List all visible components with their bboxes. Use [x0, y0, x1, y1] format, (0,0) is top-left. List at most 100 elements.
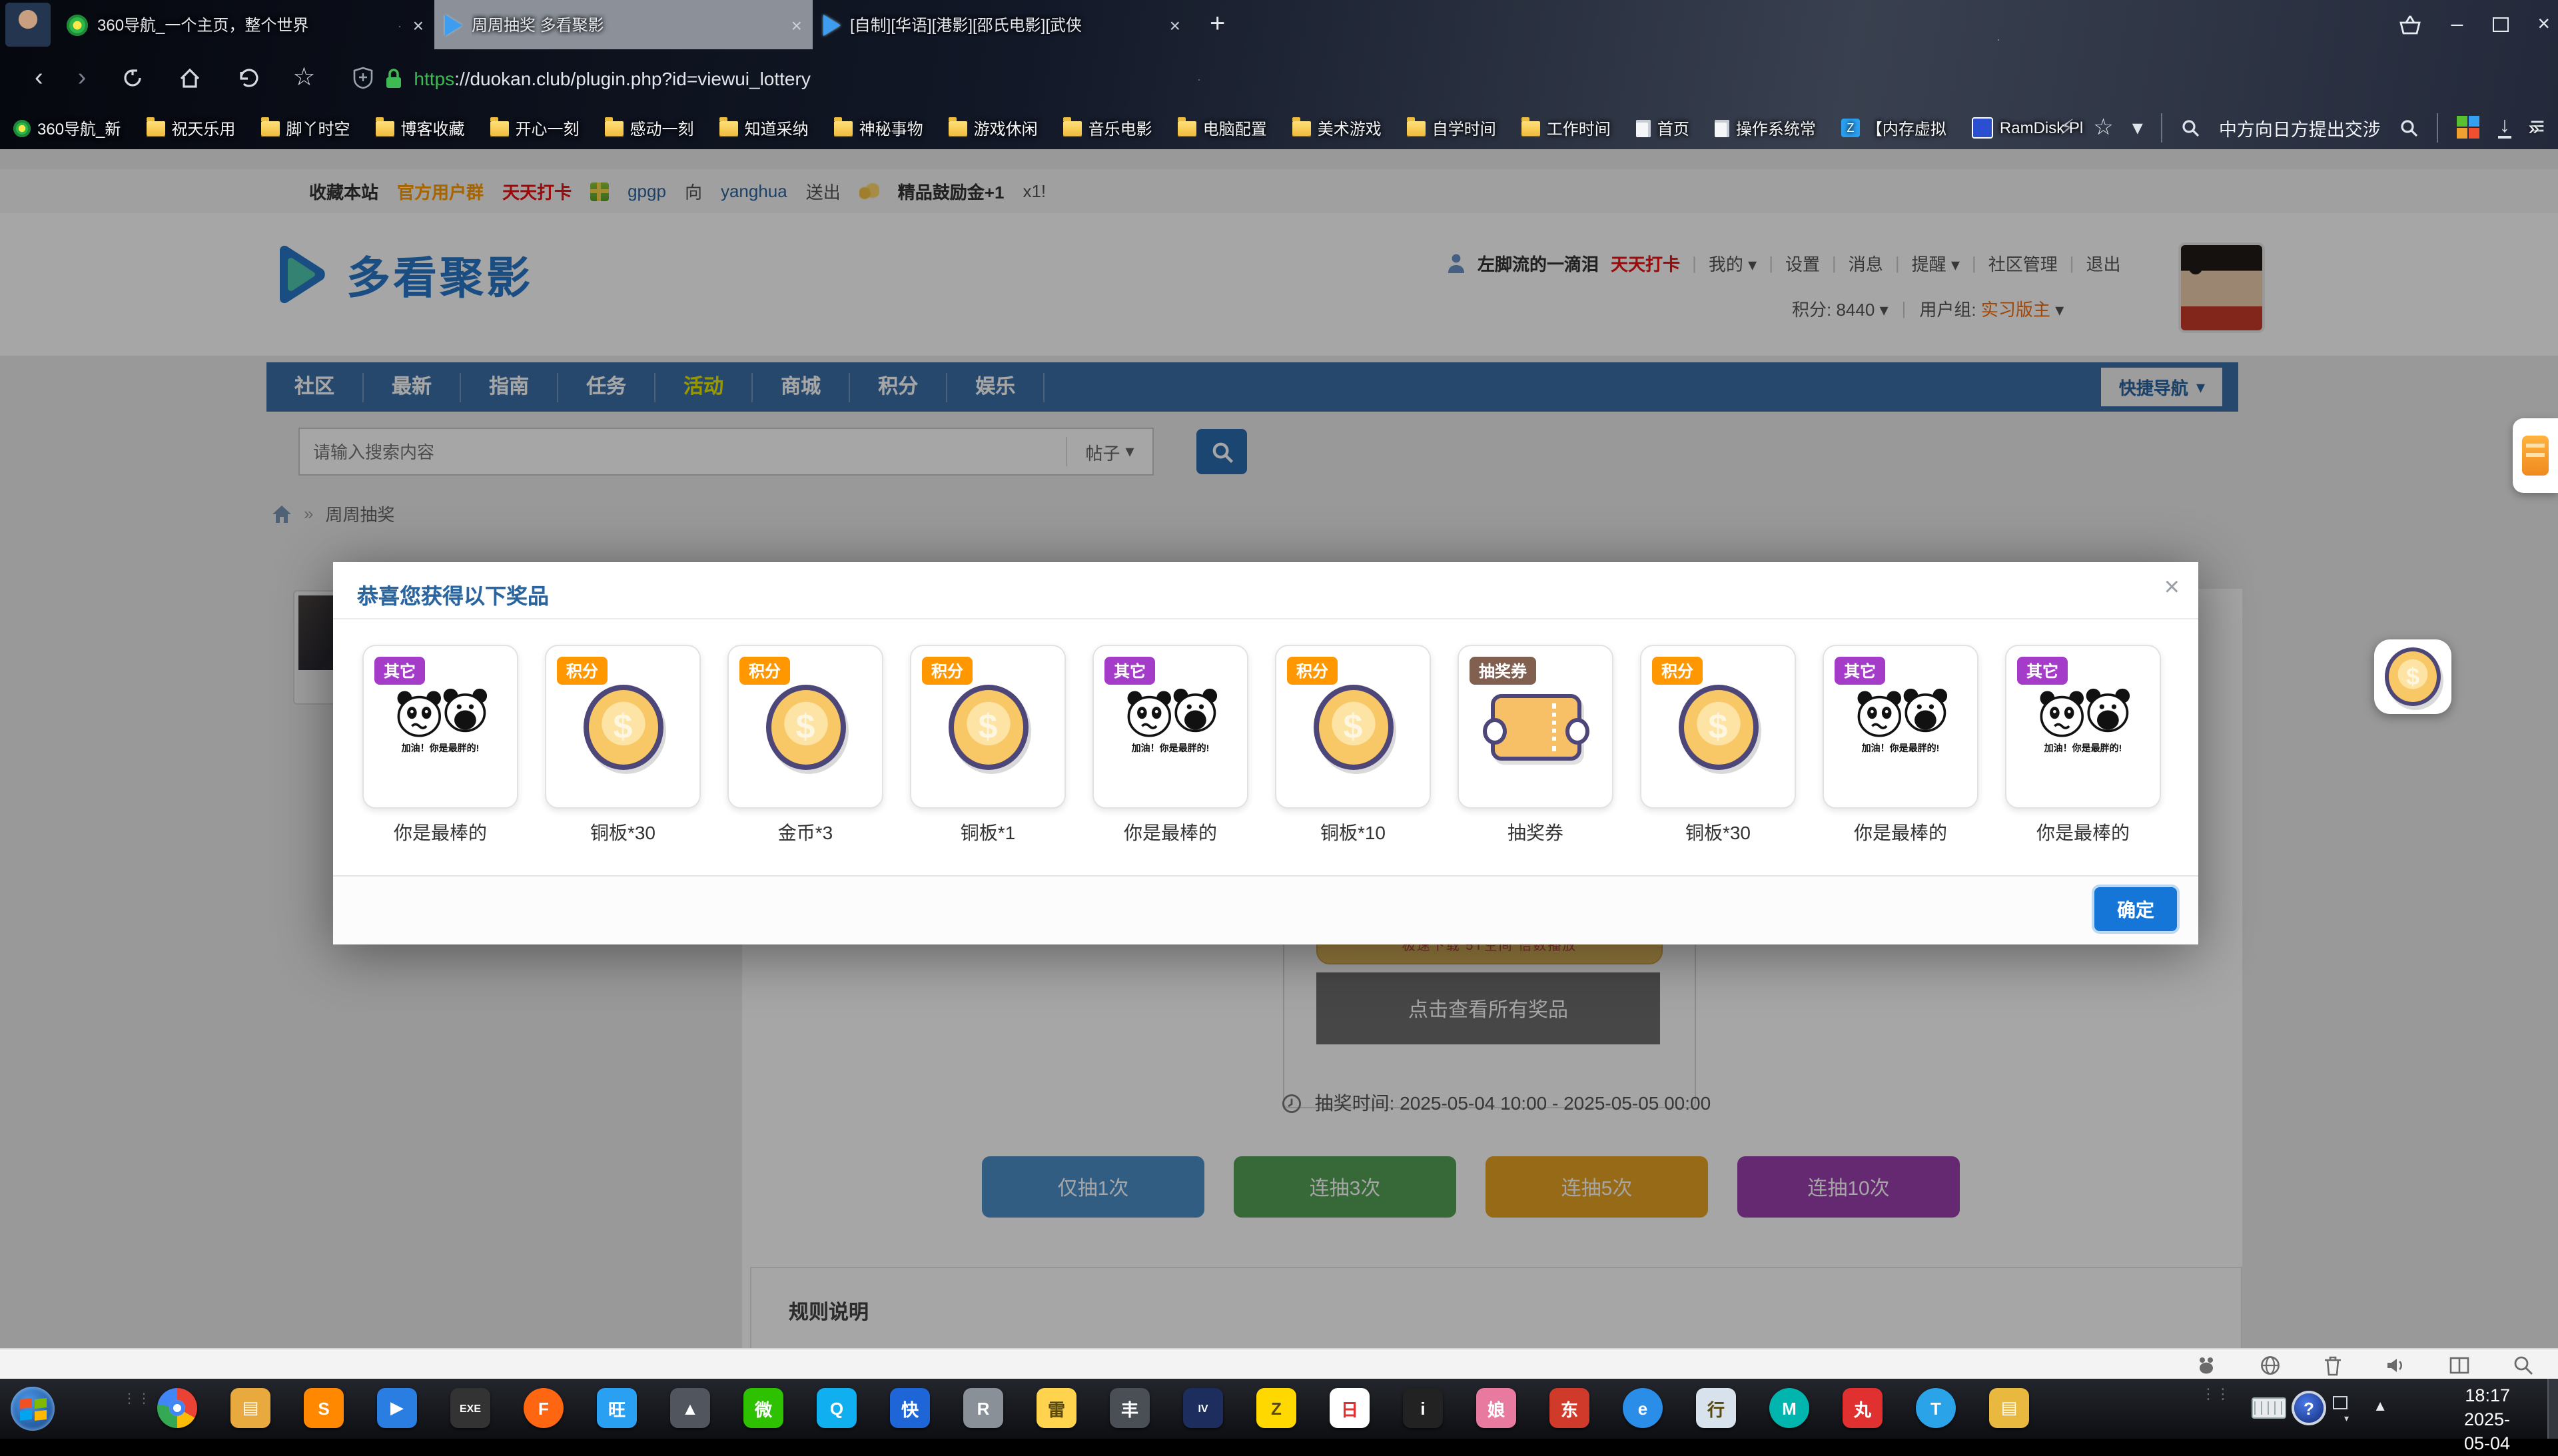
close-window-button[interactable]: × — [2537, 13, 2550, 37]
taskbar-wan-app[interactable]: 丸 — [1843, 1388, 1883, 1428]
taskbar-remote-app[interactable]: R — [963, 1388, 1003, 1428]
panda-meme-image: 加油！你是最胖的! — [1116, 687, 1225, 755]
taskbar-telegram[interactable]: T — [1916, 1388, 1956, 1428]
prize-card: 其它 加油！你是最胖的! 你是最棒的 — [1823, 645, 1978, 846]
prize-label: 铜板*30 — [590, 819, 655, 846]
prize-badge: 积分 — [557, 657, 608, 685]
tray-expand-icon[interactable]: ▲ — [2373, 1399, 2387, 1415]
taskbar-anime-app[interactable]: 娘 — [1476, 1388, 1516, 1428]
tab-lottery-active[interactable]: 周周抽奖 多看聚影 × — [434, 0, 813, 49]
minimize-button[interactable]: – — [2451, 13, 2463, 37]
folder-icon — [605, 121, 624, 135]
prize-card: 积分 $ 铜板*30 — [545, 645, 701, 846]
url-text[interactable]: https://duokan.club/plugin.php?id=viewui… — [414, 67, 810, 89]
prize-modal: 恭喜您获得以下奖品 × 其它 加油！你是最胖的! 你是最棒的 — [333, 562, 2198, 944]
taskbar-clock[interactable]: 18:17 2025-05-04 — [2464, 1384, 2510, 1456]
show-desktop-button[interactable] — [2547, 1379, 2558, 1439]
bookmark-folder[interactable]: 电脑配置 — [1178, 117, 1267, 139]
window-tray-icon[interactable] — [2333, 1396, 2347, 1409]
back-button[interactable]: ‹ — [35, 63, 43, 93]
reading-mode-icon[interactable] — [2449, 1354, 2470, 1375]
favorite-star-icon[interactable]: ☆ — [292, 63, 315, 93]
taskbar-ie-browser[interactable]: e — [1623, 1388, 1663, 1428]
bookmarks-overflow-icon[interactable]: » — [2528, 117, 2539, 139]
bookmark-folder[interactable]: 博客收藏 — [375, 117, 464, 139]
tab-movies[interactable]: [自制][华语][港影][邵氏电影][武侠 × — [813, 0, 1191, 49]
bookmark-folder[interactable]: 感动一刻 — [605, 117, 694, 139]
pet-icon[interactable] — [2196, 1354, 2217, 1375]
bookmark-folder[interactable]: 音乐电影 — [1063, 117, 1152, 139]
folder-icon — [719, 121, 738, 135]
taskbar-file-explorer[interactable]: ▤ — [230, 1388, 270, 1428]
zoom-icon[interactable] — [2513, 1354, 2534, 1375]
bookmark-ramdisk-app[interactable]: Z【内存虚拟 — [1841, 117, 1946, 139]
taskbar-wechat[interactable]: 微 — [743, 1388, 783, 1428]
folder-icon — [1292, 121, 1311, 135]
basket-icon[interactable] — [2398, 14, 2422, 35]
forward-button[interactable]: › — [78, 63, 87, 93]
prize-card: 积分 $ 铜板*30 — [1640, 645, 1796, 846]
url-zone[interactable]: https://duokan.club/plugin.php?id=viewui… — [352, 67, 810, 89]
bookmark-folder[interactable]: 自学时间 — [1407, 117, 1496, 139]
keyboard-tray-icon[interactable] — [2252, 1397, 2286, 1419]
bookmark-folder[interactable]: 知道采纳 — [719, 117, 809, 139]
modal-title: 恭喜您获得以下奖品 — [357, 578, 549, 610]
floating-coin-widget[interactable]: $ — [2374, 639, 2451, 714]
shield-icon[interactable] — [352, 67, 372, 89]
browser-profile-avatar[interactable] — [5, 3, 51, 47]
tab-close-icon[interactable]: × — [791, 14, 802, 35]
paw-app-icon — [1972, 117, 1993, 139]
floating-signin-widget[interactable] — [2513, 418, 2558, 493]
modal-close-icon[interactable]: × — [2164, 573, 2180, 603]
taskbar-sun-app[interactable]: 日 — [1330, 1388, 1370, 1428]
tab-close-icon[interactable]: × — [413, 14, 424, 35]
prize-card: 其它 加油！你是最胖的! 你是最棒的 — [362, 645, 518, 846]
bookmark-ramdisk[interactable]: RamDisk Pl — [1972, 117, 2083, 139]
taskbar-wangwang[interactable]: 旺 — [597, 1388, 637, 1428]
bookmark-folder[interactable]: 神秘事物 — [834, 117, 923, 139]
bookmark-folder[interactable]: 游戏休闲 — [949, 117, 1038, 139]
taskbar-iv-app[interactable]: IV — [1183, 1388, 1223, 1428]
new-tab-button[interactable]: + — [1210, 9, 1225, 40]
confirm-button[interactable]: 确定 — [2094, 887, 2177, 931]
lock-icon — [384, 67, 402, 89]
bookmark-360[interactable]: 360导航_新 — [13, 117, 121, 139]
taskbar-chrome[interactable] — [157, 1388, 197, 1428]
bookmark-folder[interactable]: 工作时间 — [1521, 117, 1611, 139]
bookmark-page[interactable]: 操作系统常 — [1715, 117, 1816, 139]
taskbar-bank-app[interactable]: 行 — [1696, 1388, 1736, 1428]
start-button[interactable] — [11, 1387, 55, 1431]
taskbar-thunder[interactable]: 雷 — [1037, 1388, 1076, 1428]
bookmark-folder[interactable]: 开心一刻 — [490, 117, 580, 139]
taskbar-motrix[interactable]: M — [1769, 1388, 1809, 1428]
taskbar-launcher[interactable]: ▲ — [670, 1388, 710, 1428]
prize-label: 你是最棒的 — [1124, 819, 1217, 846]
taskbar-dong-app[interactable]: 东 — [1549, 1388, 1589, 1428]
help-tray-icon[interactable]: ? — [2294, 1393, 2324, 1423]
refresh-button[interactable] — [121, 67, 143, 89]
taskbar-exe-tool[interactable]: EXE — [450, 1388, 490, 1428]
tab-close-icon[interactable]: × — [1170, 14, 1180, 35]
bookmark-folder[interactable]: 脚丫时空 — [260, 117, 350, 139]
taskbar-media-player[interactable]: ▶ — [377, 1388, 417, 1428]
globe-icon[interactable] — [2260, 1354, 2281, 1375]
taskbar-firefox[interactable]: F — [524, 1388, 564, 1428]
home-button[interactable] — [178, 67, 201, 89]
tab-360-nav[interactable]: 360导航_一个主页，整个世界 × — [56, 0, 434, 49]
taskbar-folder[interactable]: ▤ — [1989, 1388, 2029, 1428]
bookmark-folder[interactable]: 祝天乐用 — [146, 117, 235, 139]
taskbar-xiaofeng-app[interactable]: 丰 — [1110, 1388, 1150, 1428]
taskbar-sogou-input[interactable]: S — [304, 1388, 344, 1428]
trash-icon[interactable] — [2324, 1354, 2342, 1375]
taskbar-z-app[interactable]: Z — [1256, 1388, 1296, 1428]
divider — [333, 618, 2198, 619]
bookmark-folder[interactable]: 美术游戏 — [1292, 117, 1382, 139]
taskbar-qq[interactable]: Q — [817, 1388, 857, 1428]
taskbar-i-app[interactable]: i — [1403, 1388, 1443, 1428]
taskbar-kuai-app[interactable]: 快 — [890, 1388, 930, 1428]
bookmark-page[interactable]: 首页 — [1636, 117, 1689, 139]
window-controls: – × — [2398, 0, 2551, 49]
undo-button[interactable] — [235, 67, 258, 89]
speaker-icon[interactable] — [2385, 1354, 2406, 1375]
maximize-button[interactable] — [2492, 17, 2508, 32]
